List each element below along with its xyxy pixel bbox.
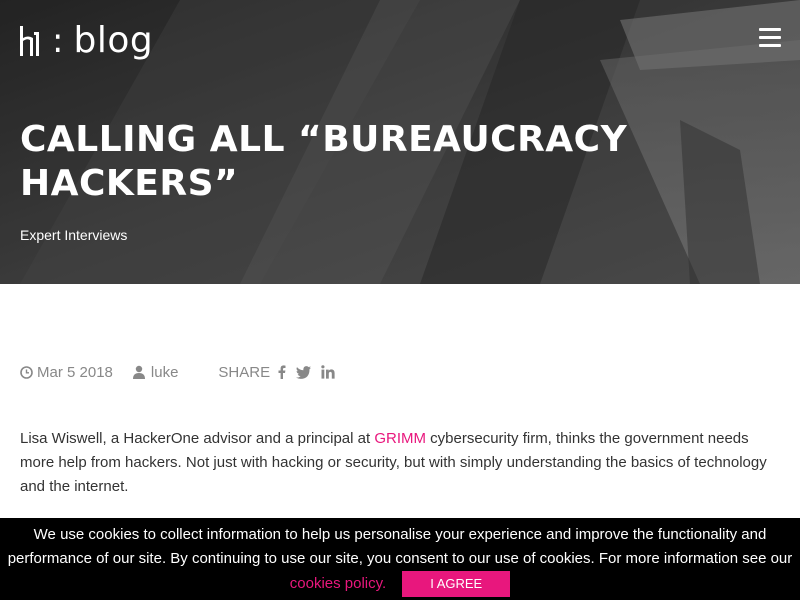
clock-icon <box>20 365 33 379</box>
hackerone-logo-icon <box>20 26 39 56</box>
cookie-consent-bar: We use cookies to collect information to… <box>0 518 800 600</box>
post-title: CALLING ALL “BUREAUCRACY HACKERS” <box>20 119 628 204</box>
hamburger-icon-bar <box>759 36 781 39</box>
category-link[interactable]: Expert Interviews <box>20 226 127 244</box>
post-author-name: luke <box>150 363 179 381</box>
cookies-policy-link[interactable]: cookies policy. <box>290 575 386 592</box>
post-date-text: Mar 5 2018 <box>37 363 113 381</box>
grimm-link[interactable]: GRIMM <box>374 430 426 447</box>
logo-text: blog <box>73 20 154 61</box>
hero-banner: : blog CALLING ALL “BUREAUCRACY HACKERS”… <box>0 0 800 284</box>
twitter-icon[interactable] <box>296 365 312 379</box>
hamburger-menu-button[interactable] <box>759 28 781 50</box>
facebook-icon[interactable] <box>278 365 286 379</box>
article-text-before-link: Lisa Wiswell, a HackerOne advisor and a … <box>20 430 375 447</box>
i-agree-button[interactable]: I agree <box>402 571 511 597</box>
hamburger-icon <box>759 28 781 31</box>
post-meta: Mar 5 2018 luke SHARE <box>20 362 335 382</box>
article-paragraph: Lisa Wiswell, a HackerOne advisor and a … <box>20 427 785 499</box>
logo-separator: : <box>52 21 64 61</box>
share-label: SHARE <box>218 363 271 381</box>
post-date: Mar 5 2018 <box>20 364 113 381</box>
linkedin-icon[interactable] <box>321 365 335 379</box>
user-icon <box>132 365 145 379</box>
hamburger-icon-bar <box>759 44 781 47</box>
site-logo[interactable]: : blog <box>20 20 153 62</box>
cookie-notice-text: We use cookies to collect information to… <box>7 526 793 567</box>
post-author[interactable]: luke <box>132 363 179 381</box>
share-bar: SHARE <box>218 364 335 381</box>
